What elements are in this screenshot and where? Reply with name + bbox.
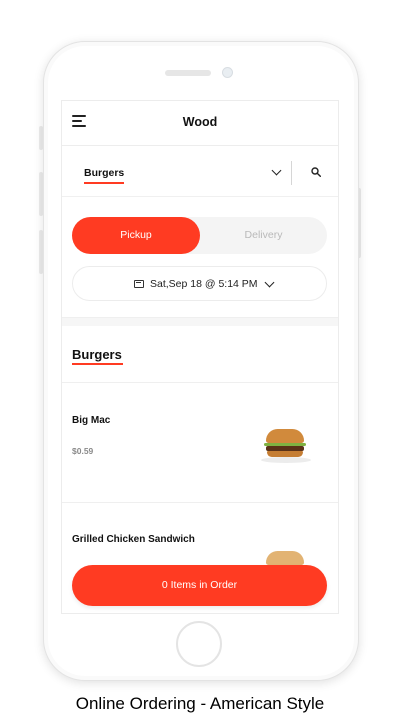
burger-image[interactable] bbox=[261, 429, 311, 465]
schedule-selector[interactable]: Sat,Sep 18 @ 5:14 PM bbox=[72, 266, 327, 301]
view-order-button[interactable]: 0 Items in Order bbox=[72, 565, 327, 606]
divider bbox=[62, 382, 338, 383]
order-type-toggle: Pickup Delivery bbox=[72, 217, 327, 254]
menu-item-name[interactable]: Big Mac bbox=[72, 415, 110, 426]
divider bbox=[62, 502, 338, 503]
image-caption: Online Ordering - American Style bbox=[75, 694, 325, 713]
chevron-down-icon[interactable] bbox=[271, 165, 282, 176]
app-screen: Wood Burgers Pickup Delivery Sat,Sep 18 … bbox=[61, 100, 339, 614]
search-icon[interactable] bbox=[311, 167, 321, 177]
schedule-datetime: Sat,Sep 18 @ 5:14 PM bbox=[150, 278, 258, 290]
phone-camera bbox=[222, 67, 233, 78]
phone-home-button[interactable] bbox=[176, 621, 222, 667]
menu-item-name[interactable]: Grilled Chicken Sandwich bbox=[72, 534, 195, 545]
chevron-down-icon bbox=[264, 277, 275, 288]
category-underline bbox=[84, 182, 124, 184]
category-selector[interactable]: Burgers bbox=[62, 146, 338, 197]
phone-speaker bbox=[165, 70, 211, 76]
section-title-underline bbox=[72, 363, 123, 365]
delivery-tab[interactable]: Delivery bbox=[200, 217, 327, 254]
calendar-icon bbox=[134, 280, 144, 288]
category-selected-label: Burgers bbox=[84, 167, 125, 179]
section-divider bbox=[62, 317, 338, 326]
divider bbox=[291, 161, 292, 185]
page-title: Wood bbox=[182, 115, 218, 129]
app-header: Wood bbox=[62, 101, 338, 146]
menu-section-title: Burgers bbox=[72, 347, 122, 362]
pickup-tab[interactable]: Pickup bbox=[72, 217, 200, 254]
menu-item-price: $0.59 bbox=[72, 446, 94, 456]
